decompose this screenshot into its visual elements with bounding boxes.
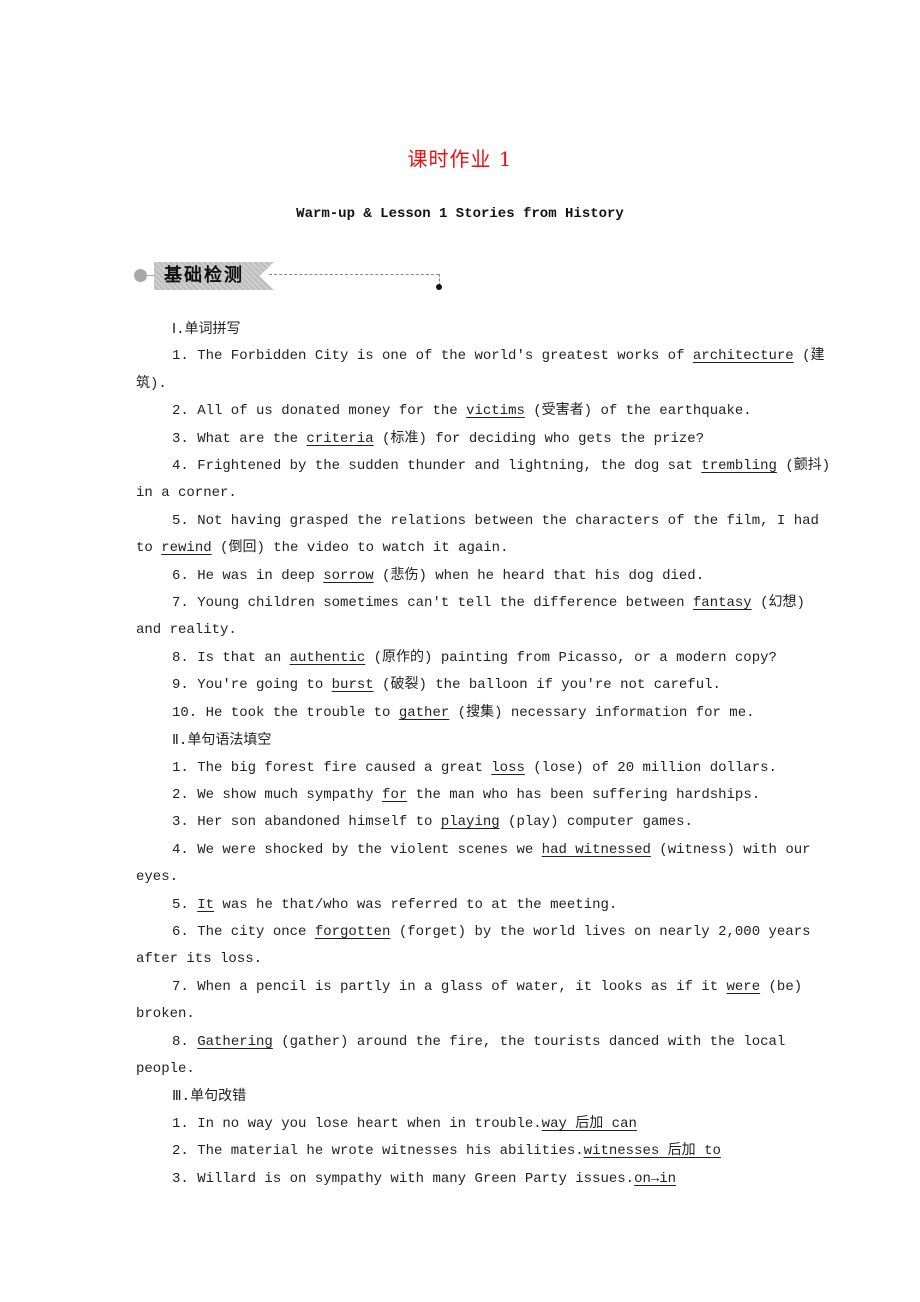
question-text: 4. We were shocked by the violent scenes… (172, 841, 542, 858)
question-text: 1. The big forest fire caused a great (172, 759, 492, 776)
question-text: 2. We show much sympathy (172, 786, 383, 803)
question-text: (悲伤) when he heard that his dog died. (373, 567, 705, 584)
exercise-item: 5. It was he that/who was referred to at… (136, 892, 836, 919)
question-text: (倒回) the video to watch it again. (211, 540, 509, 557)
exercise-item: 1. The big forest fire caused a great lo… (136, 755, 836, 782)
exercise-item: 1. In no way you lose heart when in trou… (136, 1111, 836, 1138)
exercise-item: 6. He was in deep sorrow (悲伤) when he he… (136, 563, 836, 590)
answer-text: rewind (161, 540, 212, 557)
answer-text: burst (331, 677, 374, 694)
question-text: the man who has been suffering hardships… (407, 786, 761, 803)
question-text: 10. He took the trouble to (172, 704, 399, 721)
question-text: 7. Young children sometimes can't tell t… (172, 595, 693, 612)
question-text: 3. Her son abandoned himself to (172, 814, 441, 831)
exercise-item: 8. Is that an authentic (原作的) painting f… (136, 645, 836, 672)
banner-dashed-line (269, 274, 439, 275)
exercise-item: 4. We were shocked by the violent scenes… (136, 837, 836, 892)
answer-text: witnesses 后加 to (583, 1143, 721, 1160)
exercise-item: 5. Not having grasped the relations betw… (136, 508, 836, 563)
exercise-item: 7. When a pencil is partly in a glass of… (136, 974, 836, 1029)
question-text: (play) computer games. (499, 814, 693, 831)
exercise-item: 3. Her son abandoned himself to playing … (136, 809, 836, 836)
answer-text: Gathering (197, 1033, 273, 1050)
exercise-item: 7. Young children sometimes can't tell t… (136, 590, 836, 645)
question-text: 8. (172, 1033, 198, 1050)
exercise-item: 2. All of us donated money for the victi… (136, 398, 836, 425)
section-heading: Ⅱ.单句语法填空 (172, 732, 272, 749)
exercise-item: 3. What are the criteria (标准) for decidi… (136, 426, 836, 453)
exercise-item: 2. The material he wrote witnesses his a… (136, 1138, 836, 1165)
banner-end-dot-icon (436, 284, 442, 290)
answer-text: fantasy (692, 595, 752, 612)
question-text: 7. When a pencil is partly in a glass of… (172, 978, 727, 995)
answer-text: on→in (634, 1170, 677, 1187)
answer-text: victims (466, 403, 525, 420)
answer-text: sorrow (323, 567, 374, 584)
question-text: 4. Frightened by the sudden thunder and … (172, 458, 702, 475)
answer-text: authentic (289, 649, 366, 666)
question-text: 8. Is that an (172, 649, 290, 666)
answer-text: architecture (692, 348, 794, 365)
question-text: 1. In no way you lose heart when in trou… (172, 1115, 542, 1132)
section-heading: Ⅲ.单句改错 (172, 1088, 247, 1105)
question-text: 5. (172, 896, 198, 913)
answer-text: had witnessed (541, 841, 651, 858)
answer-text: gather (398, 704, 450, 721)
answer-text: trembling (701, 458, 777, 475)
question-text: 2. The material he wrote witnesses his a… (172, 1143, 584, 1160)
exercise-item: 3. Willard is on sympathy with many Gree… (136, 1166, 836, 1193)
question-text: 6. He was in deep (172, 567, 324, 584)
question-text: (搜集) necessary information for me. (449, 704, 755, 721)
question-text: was he that/who was referred to at the m… (214, 896, 618, 913)
exercise-item: 9. You're going to burst (破裂) the balloo… (136, 672, 836, 699)
question-text: (受害者) of the earthquake. (524, 403, 752, 420)
answer-text: criteria (306, 430, 374, 447)
answer-text: way 后加 can (541, 1115, 637, 1132)
exercise-item: 2. We show much sympathy for the man who… (136, 782, 836, 809)
question-text: 1. The Forbidden City is one of the worl… (172, 348, 693, 365)
section-banner: 基础检测 (134, 262, 454, 290)
banner-label: 基础检测 (154, 262, 274, 290)
answer-text: It (197, 896, 215, 913)
question-text: (破裂) the balloon if you're not careful. (373, 677, 721, 694)
question-text: (标准) for deciding who gets the prize? (373, 430, 705, 447)
exercise-item: 4. Frightened by the sudden thunder and … (136, 453, 836, 508)
question-text: (lose) of 20 million dollars. (524, 759, 777, 776)
answer-text: loss (491, 759, 525, 776)
question-text: (原作的) painting from Picasso, or a modern… (365, 649, 777, 666)
exercise-item: 8. Gathering (gather) around the fire, t… (136, 1029, 836, 1084)
question-text: 3. What are the (172, 430, 307, 447)
question-text: 3. Willard is on sympathy with many Gree… (172, 1170, 635, 1187)
answer-text: forgotten (314, 923, 391, 940)
exercise-item: 10. He took the trouble to gather (搜集) n… (136, 700, 836, 727)
answer-text: playing (440, 814, 500, 831)
question-text: 6. The city once (172, 923, 315, 940)
exercise-content: Ⅰ.单词拼写 1. The Forbidden City is one of th… (136, 316, 836, 1193)
question-text: 9. You're going to (172, 677, 332, 694)
lesson-subtitle: Warm-up & Lesson 1 Stories from History (296, 206, 624, 222)
exercise-item: 1. The Forbidden City is one of the worl… (136, 343, 836, 398)
section-heading: Ⅰ.单词拼写 (172, 321, 241, 337)
answer-text: were (726, 978, 761, 995)
page-title: 课时作业 1 (407, 147, 513, 171)
exercise-item: 6. The city once forgotten (forget) by t… (136, 919, 836, 974)
question-text: 2. All of us donated money for the (172, 403, 467, 420)
answer-text: for (382, 786, 408, 803)
